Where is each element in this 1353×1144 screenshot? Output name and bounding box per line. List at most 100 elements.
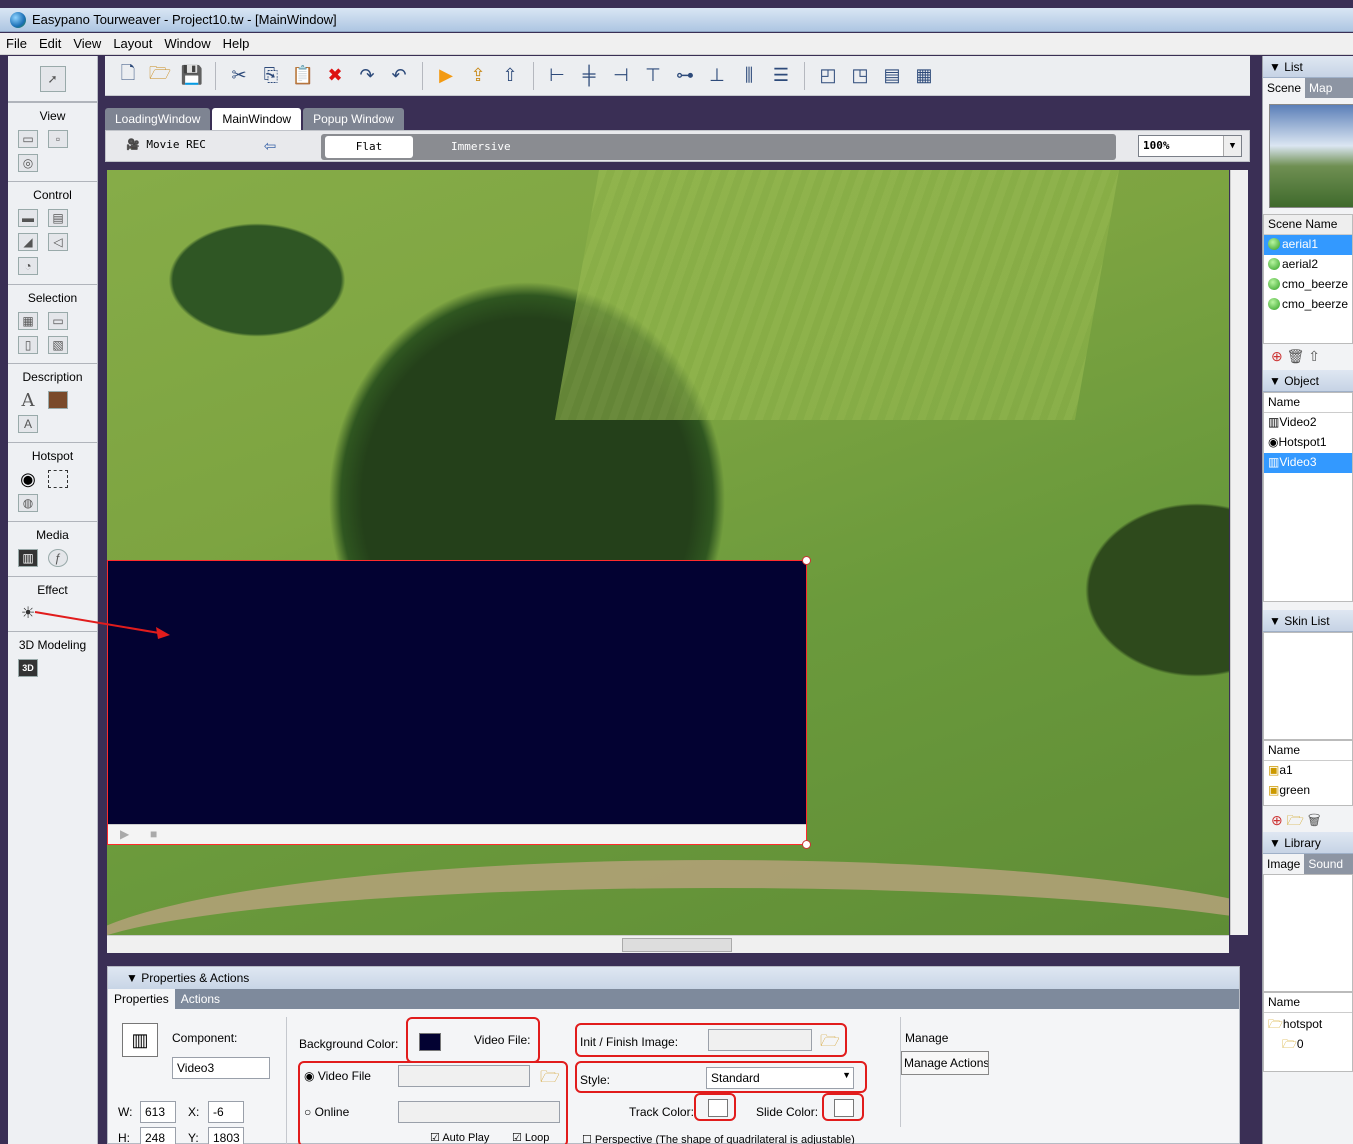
width-field[interactable]: 613 (140, 1101, 176, 1123)
stop-icon[interactable]: ■ (150, 827, 157, 841)
menu-help[interactable]: Help (217, 33, 256, 54)
rich-text-icon[interactable]: A (18, 415, 38, 433)
up-arrow-icon[interactable]: ⇧ (1308, 348, 1320, 364)
video-controls[interactable]: ▶ ■ (108, 824, 806, 844)
batch-publish-icon[interactable]: ⇧ (497, 63, 523, 89)
x-field[interactable]: -6 (208, 1101, 244, 1123)
menu-layout[interactable]: Layout (107, 33, 158, 54)
movie-rec-button[interactable]: 🎥 Movie REC (126, 138, 206, 151)
list-item[interactable]: cmo_beerze (1264, 295, 1352, 315)
preview-play-icon[interactable]: ▶ (433, 63, 459, 89)
menu-file[interactable]: File (0, 33, 33, 54)
selection-thumbnails-icon[interactable]: ▦ (18, 312, 38, 330)
tab-sound[interactable]: Sound (1304, 854, 1347, 874)
vertical-scrollbar[interactable] (1230, 170, 1248, 935)
tab-loading-window[interactable]: LoadingWindow (105, 108, 211, 130)
view-frame-icon[interactable]: ▭ (18, 130, 38, 148)
video-object[interactable]: ▶ ■ (107, 556, 811, 849)
y-field[interactable]: 1803 (208, 1127, 244, 1144)
immersive-mode-button[interactable]: Immersive (451, 136, 511, 158)
tab-scene[interactable]: Scene (1263, 78, 1306, 98)
open-folder-icon[interactable]: 🗁 (147, 63, 173, 89)
list-item[interactable]: 🗁0 (1264, 1033, 1352, 1053)
control-slider-icon[interactable]: ◢ (18, 233, 38, 251)
list-item[interactable]: ▣green (1264, 781, 1352, 801)
publish-icon[interactable]: ⇪ (465, 63, 491, 89)
control-button-icon[interactable]: ▬ (18, 209, 38, 227)
hotspot-polygon-icon[interactable]: ◍ (18, 494, 38, 512)
flash-tool-icon[interactable]: ƒ (48, 549, 68, 567)
tab-properties[interactable]: Properties (108, 989, 175, 1009)
3d-model-icon[interactable]: 3D (18, 659, 38, 677)
align-middle-icon[interactable]: ⊶ (672, 63, 698, 89)
align-left-icon[interactable]: ⊢ (544, 63, 570, 89)
selection-dropdown-icon[interactable]: ▭ (48, 312, 68, 330)
perspective-checkbox[interactable]: ☐ Perspective (The shape of quadrilatera… (582, 1133, 855, 1144)
scene-thumbnail[interactable] (1269, 104, 1353, 208)
same-width-icon[interactable]: ▤ (879, 63, 905, 89)
list-item[interactable]: ▣a1 (1264, 761, 1352, 781)
tab-popup-window[interactable]: Popup Window (303, 108, 404, 130)
tab-map[interactable]: Map (1305, 78, 1336, 98)
distribute-vertical-icon[interactable]: ☰ (768, 63, 794, 89)
add-icon[interactable]: ⊕ (1271, 348, 1283, 364)
align-right-icon[interactable]: ⊣ (608, 63, 634, 89)
hotspot-point-icon[interactable]: ◉ (18, 469, 38, 489)
menu-window[interactable]: Window (158, 33, 216, 54)
save-icon[interactable]: 💾 (179, 63, 205, 89)
tab-image[interactable]: Image (1263, 854, 1305, 874)
menu-edit[interactable]: Edit (33, 33, 67, 54)
delete-icon[interactable]: ✖ (322, 63, 348, 89)
control-radar-icon[interactable]: ◔ (18, 257, 38, 275)
flat-mode-button[interactable]: Flat (325, 136, 413, 158)
bring-front-icon[interactable]: ◰ (815, 63, 841, 89)
list-item[interactable]: cmo_beerze (1264, 275, 1352, 295)
align-bottom-icon[interactable]: ⊥ (704, 63, 730, 89)
send-back-icon[interactable]: ◳ (847, 63, 873, 89)
list-item[interactable]: 🗁hotspot (1264, 1013, 1352, 1033)
list-item[interactable]: ▥Video2 (1264, 413, 1352, 433)
same-size-icon[interactable]: ▦ (911, 63, 937, 89)
horizontal-scrollbar[interactable] (107, 935, 1229, 953)
pointer-tool-icon[interactable]: ➚ (39, 65, 66, 92)
distribute-horizontal-icon[interactable]: ⫼ (736, 63, 762, 89)
list-item[interactable]: ▥Video3 (1264, 453, 1352, 473)
list-item[interactable]: aerial1 (1264, 235, 1352, 255)
trash-icon[interactable]: 🗑 (1287, 348, 1305, 364)
resize-handle[interactable] (802, 556, 811, 565)
view-compass-icon[interactable]: ◎ (18, 154, 38, 172)
selection-combo-icon[interactable]: ▧ (48, 336, 68, 354)
manage-actions-button[interactable]: Manage Actions (901, 1051, 989, 1075)
cut-icon[interactable]: ✂ (226, 63, 252, 89)
zoom-select[interactable]: 100% ▼ (1138, 135, 1242, 157)
resize-handle[interactable] (802, 840, 811, 849)
component-name-field[interactable]: Video3 (172, 1057, 270, 1079)
scroll-thumb[interactable] (622, 938, 732, 952)
video-tool-icon[interactable]: ▥ (18, 549, 38, 567)
list-item[interactable]: aerial2 (1264, 255, 1352, 275)
hotspot-area-icon[interactable] (48, 470, 68, 488)
view-thumb-icon[interactable]: ▫ (48, 130, 68, 148)
add-icon[interactable]: ⊕ (1271, 812, 1283, 828)
trash-icon[interactable]: 🗑 (1308, 812, 1321, 828)
new-file-icon[interactable]: 🗋 (115, 63, 141, 89)
menu-view[interactable]: View (67, 33, 107, 54)
copy-icon[interactable]: ⎘ (258, 63, 284, 89)
image-tool-icon[interactable] (48, 391, 68, 409)
list-item[interactable]: ◉Hotspot1 (1264, 433, 1352, 453)
tab-main-window[interactable]: MainWindow (212, 108, 302, 130)
text-tool-icon[interactable]: A (18, 390, 38, 411)
play-icon[interactable]: ▶ (120, 827, 129, 841)
height-field[interactable]: 248 (140, 1127, 176, 1144)
undo-icon[interactable]: ↶ (386, 63, 412, 89)
chevron-down-icon[interactable]: ▼ (1223, 136, 1241, 156)
paste-icon[interactable]: 📋 (290, 63, 316, 89)
selection-list-icon[interactable]: ▯ (18, 336, 38, 354)
align-center-icon[interactable]: ╪ (576, 63, 602, 89)
redo-icon[interactable]: ↷ (354, 63, 380, 89)
back-arrow-icon[interactable]: ⇦ (256, 137, 284, 157)
folder-add-icon[interactable]: 🗁 (1287, 812, 1304, 828)
tab-actions[interactable]: Actions (175, 989, 226, 1009)
control-bar-icon[interactable]: ▤ (48, 209, 68, 227)
align-top-icon[interactable]: ⊤ (640, 63, 666, 89)
